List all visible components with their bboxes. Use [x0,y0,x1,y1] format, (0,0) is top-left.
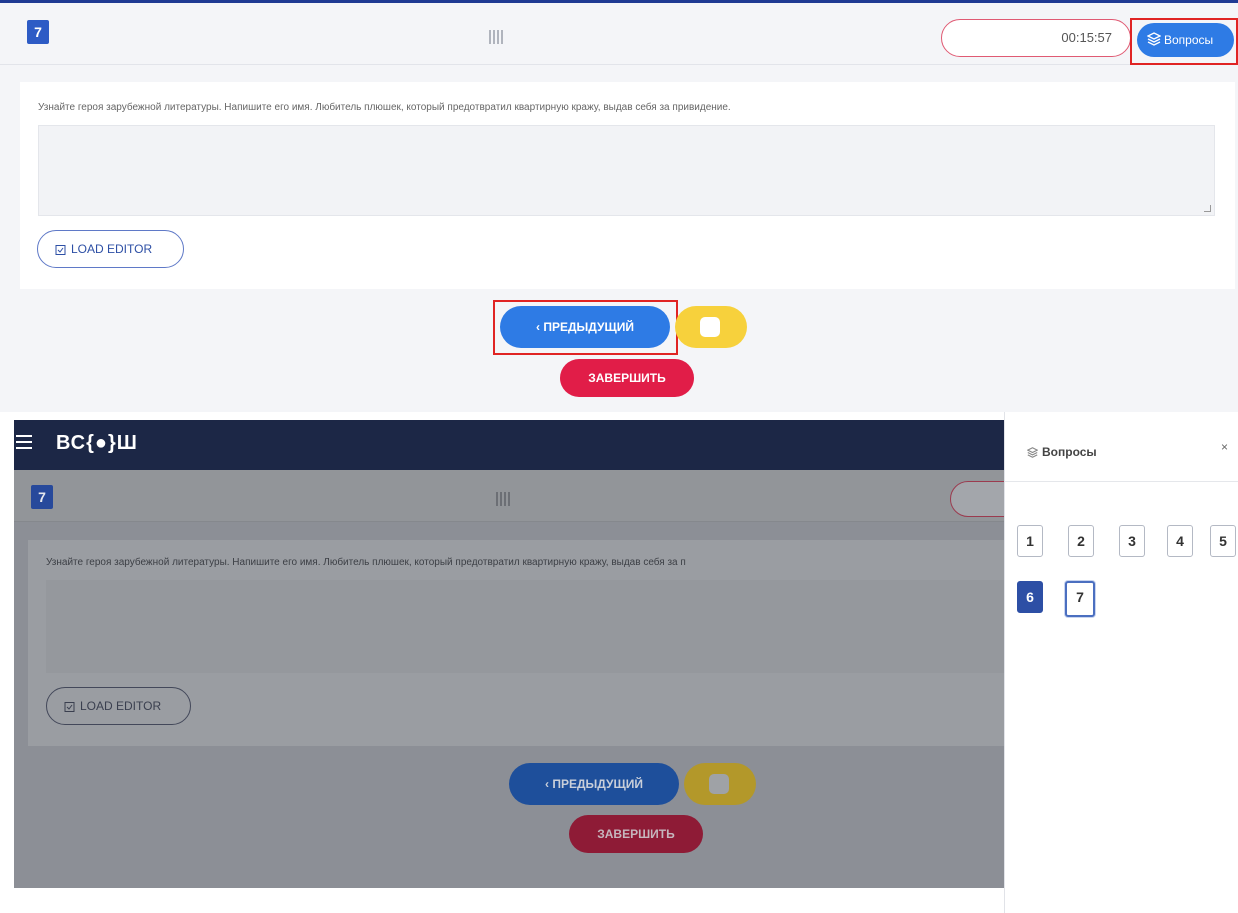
checkbox-icon [700,317,720,337]
question-text: Узнайте героя зарубежной литературы. Нап… [38,102,731,113]
close-icon[interactable]: × [1221,440,1228,454]
question-header: 7 00:15:57 Вопросы [0,3,1238,65]
load-editor-label: LOAD EDITOR [80,699,162,713]
question-cell-7[interactable]: 7 [1065,581,1095,617]
question-header: 7 [14,470,1030,522]
question-text: Узнайте героя зарубежной литературы. Нап… [46,557,686,568]
drag-grip-icon [496,492,510,506]
checkbox-icon [709,774,729,794]
question-card: Узнайте героя зарубежной литературы. Нап… [28,540,1004,746]
panel-title: Вопросы [1026,445,1097,459]
menu-icon[interactable] [16,435,38,453]
prev-button[interactable]: ‹ ПРЕДЫДУЩИЙ [500,306,670,348]
question-cell-1[interactable]: 1 [1017,525,1043,557]
drag-grip-icon[interactable] [489,30,503,44]
bottom-screenshot: ВС{●}Ш 7 Узнайте героя зарубежной литера… [0,412,1238,913]
app-bar: ВС{●}Ш [14,420,1004,470]
question-cell-4[interactable]: 4 [1167,525,1193,557]
question-number-badge: 7 [31,485,53,509]
question-cell-5[interactable]: 5 [1210,525,1236,557]
questions-panel: Вопросы × 1 2 3 4 5 6 7 [1004,412,1238,913]
question-card: Узнайте героя зарубежной литературы. Нап… [20,82,1235,289]
panel-header: Вопросы × [1005,420,1238,482]
questions-button-label: Вопросы [1164,33,1214,47]
prev-button: ‹ ПРЕДЫДУЩИЙ [509,763,679,805]
load-editor-label: LOAD EDITOR [71,242,153,256]
questions-button[interactable]: Вопросы [1137,23,1234,57]
question-cell-2[interactable]: 2 [1068,525,1094,557]
question-number-badge: 7 [27,20,49,44]
layers-icon [1147,32,1161,46]
mark-toggle-button[interactable] [675,306,747,348]
clipboard-icon [55,245,66,255]
resize-handle-icon[interactable] [1204,205,1211,212]
dimmed-page[interactable]: 7 Узнайте героя зарубежной литературы. Н… [14,470,1030,888]
answer-textarea[interactable] [38,125,1215,216]
panel-title-label: Вопросы [1042,445,1097,459]
layers-icon [1026,447,1039,458]
mark-toggle-button [684,763,756,805]
finish-button: ЗАВЕРШИТЬ [569,815,703,853]
brand-logo[interactable]: ВС{●}Ш [56,432,138,455]
question-cell-6[interactable]: 6 [1017,581,1043,613]
question-cell-3[interactable]: 3 [1119,525,1145,557]
top-screenshot: 7 00:15:57 Вопросы Узнайте героя зарубеж… [0,0,1238,412]
clipboard-icon [64,702,75,712]
load-editor-button[interactable]: LOAD EDITOR [37,230,184,268]
load-editor-button: LOAD EDITOR [46,687,191,725]
finish-button[interactable]: ЗАВЕРШИТЬ [560,359,694,397]
timer: 00:15:57 [941,19,1131,57]
answer-textarea [46,580,1004,673]
